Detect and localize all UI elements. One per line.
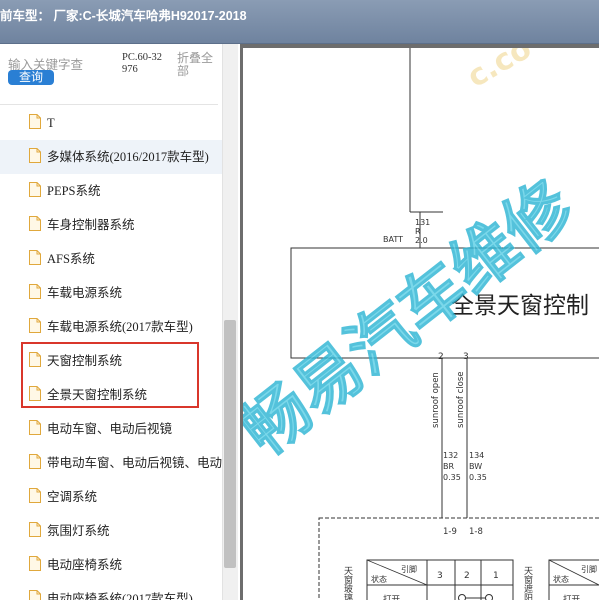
tree-item-label: AFS系统 — [47, 252, 95, 266]
conn-left: 1-9 — [443, 527, 457, 537]
switch-box — [318, 517, 599, 600]
left-panel: 输入关键字查 查询 PC.60-32976 折叠全部 T 多媒体系统(2016/… — [0, 44, 240, 600]
tree-item-label: 多媒体系统(2016/2017款车型) — [47, 150, 209, 164]
document-icon — [29, 522, 41, 537]
tree-item[interactable]: 天窗控制系统 — [0, 344, 222, 378]
title-bar: 前车型： 厂家:C-长城汽车哈弗H92017-2018 — [0, 0, 599, 44]
diagram-page: 131 R 2.0 BATT 全景天窗控制 2 3 sunroof open s… — [243, 48, 599, 600]
tree-item-label: 带电动车窗、电动后视镜、电动 — [47, 456, 222, 470]
document-icon — [29, 386, 41, 401]
tree-item-label: T — [47, 116, 55, 130]
tree-item[interactable]: AFS系统 — [0, 242, 222, 276]
tree-item[interactable]: 电动车窗、电动后视镜 — [0, 412, 222, 446]
contact-dot — [458, 594, 466, 600]
tree-item[interactable]: 空调系统 — [0, 480, 222, 514]
pc-code: PC.60-32976 — [122, 52, 162, 75]
tree-item-label: 车身控制器系统 — [47, 218, 135, 232]
document-icon — [29, 318, 41, 333]
watermark-url: c.co — [462, 48, 538, 95]
document-icon — [29, 216, 41, 231]
tree-item[interactable]: 车身控制器系统 — [0, 208, 222, 242]
signal-open: sunroof open — [431, 372, 441, 428]
tree-item-label: 电动座椅系统 — [47, 558, 123, 572]
pin-header: 引脚 — [401, 564, 417, 574]
tree-item[interactable]: 电动座椅系统(2017款车型) — [0, 582, 222, 600]
tree-item-label: PEPS系统 — [47, 184, 101, 198]
app-window: 前车型： 厂家:C-长城汽车哈弗H92017-2018 输入关键字查 查询 PC… — [0, 0, 599, 600]
document-icon — [29, 556, 41, 571]
batt-label: BATT — [383, 235, 403, 244]
signal-close: sunroof close — [456, 372, 466, 429]
tree-item-label: 电动座椅系统(2017款车型) — [47, 592, 193, 600]
pin-header-right: 引脚 — [581, 564, 597, 574]
tree-item[interactable]: 多媒体系统(2016/2017款车型) — [0, 140, 222, 174]
state-header: 状态 — [371, 574, 387, 584]
pin-3: 3 — [463, 352, 469, 362]
tree-item[interactable]: PEPS系统 — [0, 174, 222, 208]
tree-item[interactable]: 带电动车窗、电动后视镜、电动 — [0, 446, 222, 480]
wire-left-size: 0.35 — [443, 473, 461, 482]
state-header-right: 状态 — [553, 574, 569, 584]
col-1: 1 — [493, 571, 499, 581]
switch-right-name: 天窗遮阳 — [522, 566, 533, 600]
conn-right: 1-8 — [469, 527, 483, 537]
pin-2: 2 — [438, 352, 444, 362]
open-state: 打开 — [383, 594, 401, 600]
switch-left-name: 天窗玻璃 — [342, 566, 353, 600]
wire-left-code: 132 — [443, 451, 458, 460]
tree-item-label: 天窗控制系统 — [47, 354, 123, 368]
tree-item-label: 车载电源系统(2017款车型) — [47, 320, 193, 334]
col-3: 3 — [437, 571, 443, 581]
search-button[interactable]: 查询 — [8, 70, 54, 85]
system-tree: T 多媒体系统(2016/2017款车型) PEPS系统 车身控制器系统 AFS… — [0, 106, 222, 600]
tree-item[interactable]: 全景天窗控制系统 — [0, 378, 222, 412]
col-2: 2 — [464, 571, 470, 581]
document-icon — [29, 454, 41, 469]
document-icon — [29, 250, 41, 265]
wire-top-size: 2.0 — [415, 236, 428, 245]
tree-item[interactable]: 氛围灯系统 — [0, 514, 222, 548]
tree-item-label: 全景天窗控制系统 — [47, 388, 148, 402]
document-icon — [29, 420, 41, 435]
tree-item[interactable]: 车载电源系统 — [0, 276, 222, 310]
document-icon — [29, 284, 41, 299]
vehicle-title: 前车型： 厂家:C-长城汽车哈弗H92017-2018 — [0, 9, 247, 23]
document-icon — [29, 114, 41, 129]
wire-top-code: 131 — [415, 218, 430, 227]
tree-item-label: 空调系统 — [47, 490, 98, 504]
tree-item-label: 氛围灯系统 — [47, 524, 110, 538]
scrollbar-thumb[interactable] — [224, 320, 236, 568]
document-icon — [29, 182, 41, 197]
wire-left-color: BR — [443, 462, 454, 471]
tree-item[interactable]: T — [0, 106, 222, 140]
tree-item[interactable]: 车载电源系统(2017款车型) — [0, 310, 222, 344]
document-icon — [29, 488, 41, 503]
collapse-all-button[interactable]: 折叠全部 — [177, 52, 217, 78]
tree-item[interactable]: 电动座椅系统 — [0, 548, 222, 582]
wire-right-code: 134 — [469, 451, 484, 460]
document-icon — [29, 148, 41, 163]
tree-item-label: 车载电源系统 — [47, 286, 123, 300]
diagram-viewer[interactable]: 131 R 2.0 BATT 全景天窗控制 2 3 sunroof open s… — [240, 44, 599, 600]
wire-right-size: 0.35 — [469, 473, 487, 482]
document-icon — [29, 352, 41, 367]
divider — [0, 104, 218, 105]
wire-right-color: BW — [469, 462, 482, 471]
open-state-right: 打开 — [563, 594, 581, 600]
contact-dot — [485, 594, 493, 600]
wiring-diagram: 131 R 2.0 BATT 全景天窗控制 2 3 sunroof open s… — [243, 48, 599, 600]
tree-item-label: 电动车窗、电动后视镜 — [47, 422, 173, 436]
wire-top-color: R — [415, 227, 421, 236]
search-area: 输入关键字查 查询 PC.60-32976 折叠全部 — [0, 44, 240, 100]
document-icon — [29, 590, 41, 600]
